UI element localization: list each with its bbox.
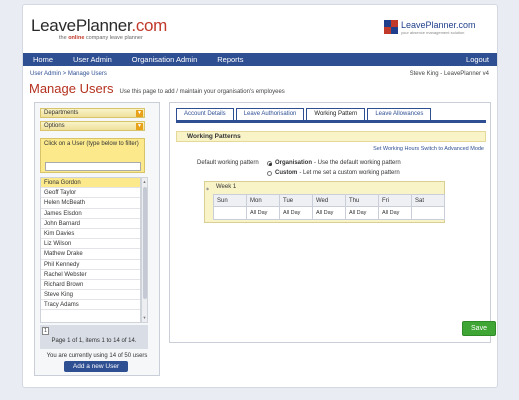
nav-logout[interactable]: Logout (466, 55, 497, 64)
detail-tabs: Account Details Leave Authorisation Work… (176, 108, 486, 123)
day-sat[interactable]: Sat (411, 194, 445, 220)
list-item[interactable]: Rachel Webster (41, 270, 140, 280)
radio-custom[interactable]: Custom - Let me set a custom working pat… (267, 170, 400, 176)
logo-squares-icon (384, 20, 398, 34)
pager-text: Page 1 of 1, items 1 to 14 of 14. (51, 338, 137, 344)
list-item[interactable]: Mathew Drake (41, 249, 140, 260)
list-item[interactable]: Fiona Gordon (41, 178, 140, 189)
secondary-logo-brand: LeavePlanner.com (401, 20, 476, 30)
list-item[interactable]: Kim Davies (41, 229, 140, 240)
list-item[interactable]: Tracy Adams (41, 300, 140, 311)
section-title: Working Patterns (176, 131, 486, 142)
list-item[interactable]: Liz Wilson (41, 239, 140, 250)
list-item[interactable]: Phil Kennedy (41, 260, 140, 270)
day-sun[interactable]: Sun (213, 194, 247, 220)
chevron-down-icon: ▼ (136, 123, 143, 130)
default-pattern-label: Default working pattern (197, 160, 259, 166)
week-days: Sun Mon All Day Tue All Day Wed All Day Thu… (213, 194, 445, 220)
radio-organisation[interactable]: Organisation - Use the default working p… (267, 160, 401, 166)
page-container: LeavePlanner.com the online company leav… (22, 4, 498, 388)
breadcrumb[interactable]: User Admin > Manage Users (30, 71, 107, 77)
tab-leave-authorisation[interactable]: Leave Authorisation (235, 108, 305, 120)
drag-handle-icon[interactable]: ◆ (206, 186, 210, 191)
user-selector-panel: Departments ▼ Options ▼ Click on a User … (34, 102, 160, 376)
leaveplanner-logo[interactable]: LeavePlanner.com the online company leav… (31, 17, 167, 41)
page-title: Manage Users (29, 81, 114, 96)
day-thu[interactable]: Thu All Day (345, 194, 379, 220)
tab-working-pattern[interactable]: Working Pattern (306, 108, 366, 120)
user-list: Fiona Gordon Geoff Taylor Helen McBeath … (40, 177, 141, 323)
save-button[interactable]: Save (462, 321, 496, 336)
usage-text: You are currently using 14 of 50 users (46, 353, 148, 359)
list-item[interactable]: Geoff Taylor (41, 188, 140, 199)
scrollbar-thumb[interactable] (143, 187, 147, 299)
chevron-down-icon: ▼ (136, 110, 143, 117)
week-title: Week 1 (216, 184, 237, 190)
scroll-down-icon[interactable]: ▼ (142, 315, 147, 321)
list-item[interactable]: Steve King (41, 290, 140, 301)
advanced-mode-link[interactable]: Switch to Advanced Mode (421, 146, 484, 152)
secondary-logo-sub: your absence management solution (401, 30, 465, 35)
radio-unselected-icon[interactable] (267, 170, 272, 176)
nav-user-admin[interactable]: User Admin (63, 55, 122, 64)
list-item[interactable]: Helen McBeath (41, 198, 140, 209)
filter-box: Click on a User (type below to filter) (40, 138, 145, 173)
nav-organisation-admin[interactable]: Organisation Admin (122, 55, 207, 64)
nav-reports[interactable]: Reports (207, 55, 253, 64)
set-working-hours-link[interactable]: Set Working Hours (373, 146, 419, 152)
day-mon[interactable]: Mon All Day (246, 194, 280, 220)
departments-dropdown[interactable]: Departments ▼ (40, 108, 145, 118)
day-fri[interactable]: Fri All Day (378, 194, 412, 220)
options-dropdown[interactable]: Options ▼ (40, 121, 145, 131)
add-user-button[interactable]: Add a new User (64, 361, 128, 372)
pager-page-button[interactable]: 1 (42, 327, 49, 335)
day-tue[interactable]: Tue All Day (279, 194, 313, 220)
list-item[interactable]: John Barnard (41, 219, 140, 229)
user-filter-input[interactable] (45, 162, 141, 171)
week-pattern: ◆ Week 1 Sun Mon All Day Tue All Day Wed Al… (204, 181, 445, 223)
user-detail-panel: Account Details Leave Authorisation Work… (169, 102, 496, 343)
filter-hint: Click on a User (type below to filter) (44, 141, 139, 147)
logo-brand-main: LeavePlanner (31, 16, 132, 35)
pager: 1 Page 1 of 1, items 1 to 14 of 14. (40, 325, 148, 349)
user-list-scrollbar[interactable]: ▲ ▼ (141, 177, 148, 323)
logo-tagline: the online company leave planner (59, 35, 143, 41)
page-description: Use this page to add / maintain your org… (119, 89, 285, 95)
nav-home[interactable]: Home (23, 55, 63, 64)
departments-label: Departments (44, 110, 79, 116)
main-nav: Home User Admin Organisation Admin Repor… (23, 53, 497, 66)
user-info: Steve King - LeavePlanner v4 (409, 71, 489, 77)
tab-leave-allowances[interactable]: Leave Allowances (367, 108, 432, 120)
pattern-links: Set Working Hours Switch to Advanced Mod… (373, 146, 484, 152)
list-item[interactable]: Richard Brown (41, 280, 140, 291)
radio-selected-icon[interactable] (267, 160, 272, 166)
tab-account-details[interactable]: Account Details (176, 108, 234, 120)
secondary-logo: LeavePlanner.com your absence management… (384, 20, 476, 35)
day-wed[interactable]: Wed All Day (312, 194, 346, 220)
logo-brand-suffix: .com (131, 16, 168, 35)
scroll-up-icon[interactable]: ▲ (142, 179, 147, 185)
title-row: Manage Users Use this page to add / main… (29, 81, 285, 96)
options-label: Options (44, 123, 65, 129)
list-item[interactable]: James Elsdon (41, 209, 140, 219)
